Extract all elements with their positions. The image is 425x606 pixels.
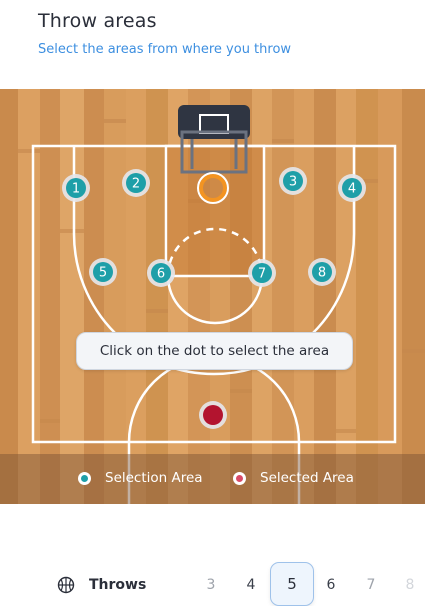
- court-spot-3[interactable]: 3: [279, 167, 307, 195]
- court-svg: 1 2 3 4 5 6 7 8: [0, 89, 425, 504]
- basketball-icon: [57, 576, 75, 594]
- legend-selection-area: Selection Area: [78, 470, 203, 486]
- page-title: Throw areas: [38, 10, 157, 32]
- court-spot-2[interactable]: 2: [122, 169, 150, 197]
- throws-option-3[interactable]: 3: [199, 577, 223, 593]
- throws-option-4[interactable]: 4: [239, 577, 263, 593]
- legend-selected-label: Selected Area: [260, 470, 354, 486]
- court-spot-label: 6: [157, 267, 165, 282]
- throw-areas-screen: Throw areas Select the areas from where …: [0, 0, 425, 606]
- court-spot-7[interactable]: 7: [248, 259, 276, 287]
- court-spot-1[interactable]: 1: [62, 174, 90, 202]
- legend-bar: Selection Area Selected Area: [0, 454, 425, 504]
- court-spot-5[interactable]: 5: [89, 258, 117, 286]
- court-spot-label: 3: [289, 175, 297, 190]
- selection-area-dot-icon: [78, 471, 91, 485]
- throws-option-6[interactable]: 6: [319, 577, 343, 593]
- instruction-tooltip: Click on the dot to select the area: [76, 332, 353, 370]
- court-spot-label: 4: [348, 182, 356, 197]
- court-spot-label: 8: [318, 266, 326, 281]
- throws-selector: Throws 3 4 5 6 7 8: [0, 560, 425, 606]
- court-spot-6[interactable]: 6: [147, 259, 175, 287]
- court-spot-label: 2: [132, 177, 140, 192]
- court-spot-label: 1: [72, 182, 80, 197]
- throws-option-7[interactable]: 7: [359, 577, 383, 593]
- court-spot-8[interactable]: 8: [308, 258, 336, 286]
- basketball-court: 1 2 3 4 5 6 7 8: [0, 89, 425, 504]
- court-spot-label: 5: [99, 266, 107, 281]
- court-spot-label: 7: [258, 267, 266, 282]
- throws-option-5-selected[interactable]: 5: [270, 562, 314, 606]
- throws-option-8[interactable]: 8: [398, 577, 422, 593]
- court-spot-4[interactable]: 4: [338, 174, 366, 202]
- throws-label: Throws: [89, 577, 147, 593]
- selected-area-dot-icon: [233, 471, 246, 485]
- legend-selected-area: Selected Area: [233, 470, 354, 486]
- selected-area-spot[interactable]: [199, 401, 227, 429]
- legend-selection-label: Selection Area: [105, 470, 203, 486]
- page-subtitle: Select the areas from where you throw: [38, 42, 292, 57]
